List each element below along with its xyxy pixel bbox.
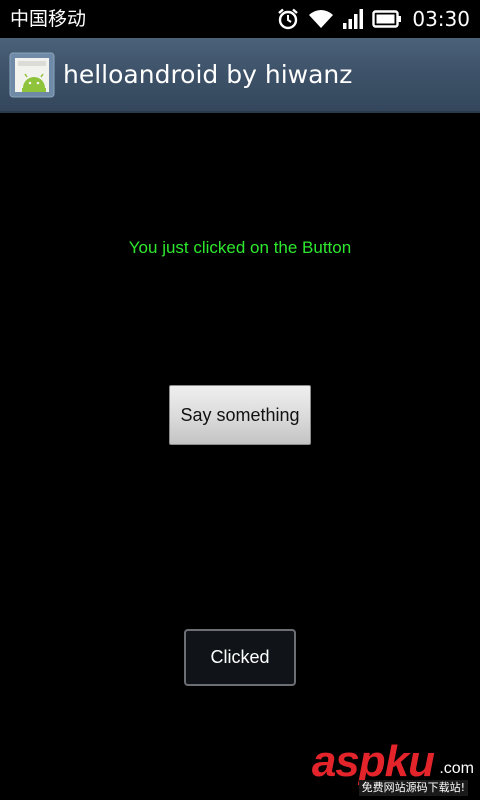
- watermark-subtitle: 免费网站源码下载站!: [358, 780, 468, 796]
- carrier-name: 中国移动: [10, 8, 87, 30]
- watermark-main: aspku: [311, 737, 435, 786]
- android-app-icon[interactable]: [9, 52, 55, 98]
- clock: 03:30: [412, 7, 470, 31]
- watermark-logo: aspku .com 免费网站源码下载站!: [304, 738, 474, 798]
- status-icons: 03:30: [276, 6, 470, 32]
- status-bar: 中国移动 03:30: [0, 0, 480, 38]
- watermark-suffix: .com: [439, 760, 474, 777]
- battery-icon: [372, 10, 402, 28]
- signal-icon: [342, 8, 364, 30]
- toast-message: Clicked: [184, 629, 296, 686]
- wifi-icon: [308, 8, 334, 30]
- app-title: helloandroid by hiwanz: [63, 60, 353, 89]
- action-bar: helloandroid by hiwanz: [0, 38, 480, 113]
- status-message: You just clicked on the Button: [128, 238, 352, 257]
- say-something-button[interactable]: Say something: [169, 385, 311, 445]
- alarm-icon: [276, 7, 300, 31]
